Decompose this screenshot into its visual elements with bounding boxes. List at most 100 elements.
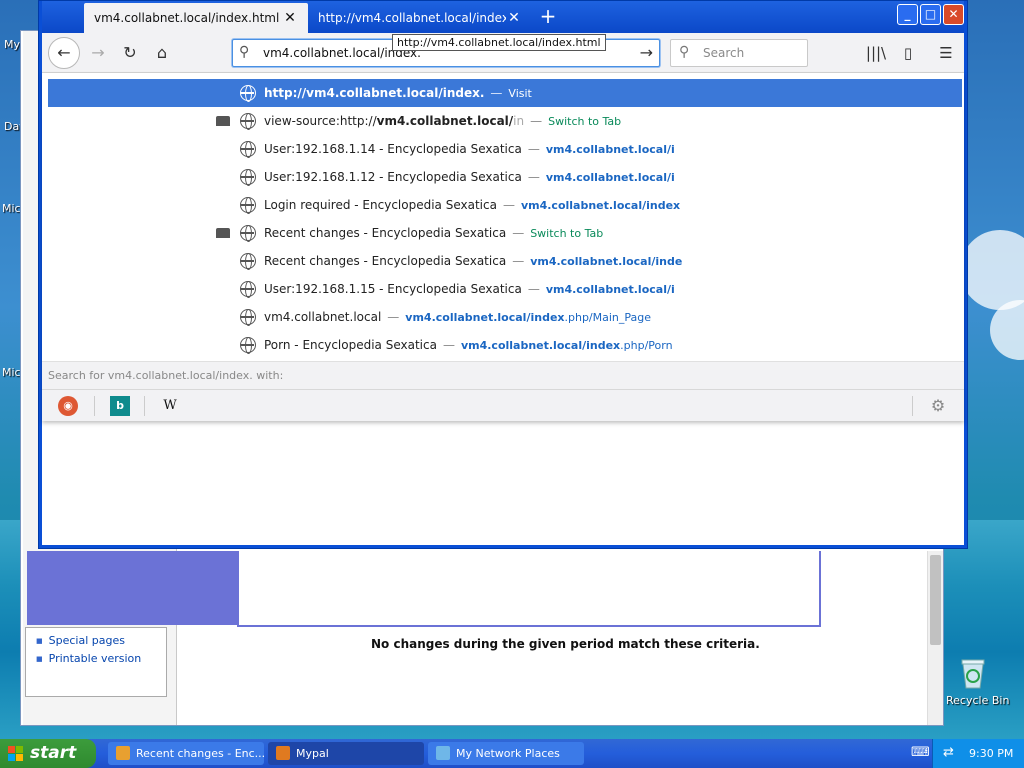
mypal-icon (276, 746, 290, 760)
tab-inactive[interactable]: http://vm4.collabnet.local/index.html ✕ (308, 3, 532, 33)
suggestion-row[interactable]: User:192.168.1.14 - Encyclopedia Sexatic… (48, 135, 962, 163)
close-window-button[interactable]: ✕ (943, 4, 964, 25)
suggestion-title: Recent changes - Encyclopedia Sexatica (264, 254, 507, 268)
go-arrow-icon[interactable]: → (640, 43, 653, 62)
suggestion-row[interactable]: Recent changes - Encyclopedia Sexatica — v… (48, 247, 962, 275)
scrollbar-thumb[interactable] (930, 555, 941, 645)
home-icon[interactable]: ⌂ (148, 39, 176, 67)
separator-dash: — (387, 310, 400, 324)
system-tray: ⌨ ⇄ 9:30 PM (911, 739, 1024, 768)
search-box[interactable]: ⚲ Search (670, 39, 808, 67)
suggestion-text: Recent changes - Encyclopedia Sexatica — S… (264, 226, 603, 240)
suggestion-title: User:192.168.1.12 - Encyclopedia Sexatic… (264, 170, 522, 184)
globe-icon (240, 141, 256, 158)
recycle-bin-label[interactable]: Recycle Bin (946, 694, 1009, 707)
suggestion-row[interactable]: view-source:http://vm4.collabnet.local/i… (48, 107, 962, 135)
taskbar-item[interactable]: My Network Places (428, 742, 584, 765)
globe-icon (240, 169, 256, 186)
clock: 9:30 PM (969, 747, 1014, 760)
back-arrow-icon[interactable]: ← (48, 37, 80, 69)
start-button[interactable]: start (0, 739, 96, 768)
suggestion-title: Porn - Encyclopedia Sexatica (264, 338, 437, 352)
suggestion-text: Recent changes - Encyclopedia Sexatica — v… (264, 254, 682, 268)
start-label: start (30, 743, 77, 763)
url-suggestions-dropdown: http://vm4.collabnet.local/index. — Visit … (42, 73, 964, 421)
suggestion-url: vm4.collabnet.local/index (520, 199, 681, 212)
recycle-bin-icon[interactable] (958, 656, 988, 690)
suggestion-text: User:192.168.1.12 - Encyclopedia Sexatic… (264, 170, 675, 184)
library-icon[interactable]: |||\ (864, 41, 888, 65)
tab-active[interactable]: vm4.collabnet.local/index.html ✕ (84, 3, 308, 33)
network-icon[interactable]: ⇄ (943, 745, 954, 760)
search-placeholder: Search (703, 46, 745, 60)
suggestion-title: User:192.168.1.15 - Encyclopedia Sexatic… (264, 282, 522, 296)
suggestion-url: vm4.collabnet.local/i (545, 143, 675, 156)
maximize-button[interactable]: □ (920, 4, 941, 25)
toolbox-link-printable-version[interactable]: Printable version (36, 650, 156, 668)
browser-window: vm4.collabnet.local/index.html ✕ http://… (39, 1, 967, 548)
gear-icon[interactable]: ⚙ (928, 396, 948, 416)
suggestion-row[interactable]: Porn - Encyclopedia Sexatica — vm4.collabn… (48, 331, 962, 359)
suggestion-url: vm4.collabnet.local/inde (530, 255, 683, 268)
wikipedia-icon[interactable]: W (160, 396, 180, 416)
suggestion-url: vm4.collabnet.local/i (545, 283, 675, 296)
tab-close-icon[interactable]: ✕ (282, 10, 298, 26)
suggestion-text: User:192.168.1.15 - Encyclopedia Sexatic… (264, 282, 675, 296)
suggestion-title: http://vm4.collabnet.local/index. (264, 86, 485, 100)
forward-arrow-icon[interactable]: → (84, 39, 112, 67)
network-places-icon (436, 746, 450, 760)
reload-icon[interactable]: ↻ (116, 39, 144, 67)
suggestion-url: vm4.collabnet.local/index.php/Porn (460, 339, 673, 352)
bing-icon[interactable]: b (110, 396, 130, 416)
page-scrollbar[interactable] (927, 551, 943, 725)
tab-label: vm4.collabnet.local/index.html (94, 11, 280, 25)
separator-dash: — (490, 86, 503, 100)
desktop-icon-label[interactable]: Mic (2, 366, 21, 379)
minimize-button[interactable]: _ (897, 4, 918, 25)
menu-icon[interactable]: ☰ (934, 41, 958, 65)
globe-icon (240, 337, 256, 354)
keyboard-icon[interactable]: ⌨ (911, 745, 930, 760)
globe-icon (240, 85, 256, 102)
suggestion-title: Recent changes - Encyclopedia Sexatica (264, 226, 507, 240)
separator-dash: — (512, 226, 525, 240)
sidebar-icon[interactable]: ▯ (896, 41, 920, 65)
toolbox-link-special-pages[interactable]: Special pages (36, 632, 156, 650)
windows-flag-icon (8, 746, 23, 761)
suggestion-title: view-source:http://vm4.collabnet.local/i… (264, 114, 525, 128)
new-tab-plus-icon[interactable]: + (536, 5, 560, 29)
globe-icon (240, 253, 256, 270)
suggestion-row[interactable]: User:192.168.1.15 - Encyclopedia Sexatic… (48, 275, 962, 303)
separator-dash: — (442, 338, 455, 352)
suggestion-action: Switch to Tab (548, 115, 622, 128)
separator-dash: — (527, 170, 540, 184)
desktop-icon-label[interactable]: My (4, 38, 20, 51)
separator-dash: — (512, 254, 525, 268)
duckduckgo-icon[interactable]: ◉ (58, 396, 78, 416)
wiki-toolbox: Special pages Printable version (25, 627, 167, 697)
suggestion-text: vm4.collabnet.local — vm4.collabnet.local/… (264, 310, 651, 324)
globe-icon (240, 225, 256, 242)
taskbar-item[interactable]: Recent changes - Enc... (108, 742, 264, 765)
suggestion-url: vm4.collabnet.local/index.php/Main_Page (405, 311, 652, 324)
taskbar-item-active[interactable]: Mypal (268, 742, 424, 765)
wiki-content-frame (237, 551, 821, 627)
taskbar: start Recent changes - Enc... Mypal My N… (0, 739, 1024, 768)
suggestion-row[interactable]: Login required - Encyclopedia Sexatica — v… (48, 191, 962, 219)
suggestion-title: Login required - Encyclopedia Sexatica (264, 198, 497, 212)
suggestion-text: Porn - Encyclopedia Sexatica — vm4.collabn… (264, 338, 673, 352)
suggestion-row[interactable]: http://vm4.collabnet.local/index. — Visit (48, 79, 962, 107)
divider (94, 396, 95, 416)
suggestion-row[interactable]: vm4.collabnet.local — vm4.collabnet.local/… (48, 303, 962, 331)
separator-dash: — (530, 114, 543, 128)
open-tab-icon (216, 116, 230, 126)
one-off-search-engines: ◉ b W ⚙ (42, 389, 964, 421)
divider (144, 396, 145, 416)
suggestion-row[interactable]: Recent changes - Encyclopedia Sexatica — S… (48, 219, 962, 247)
tab-close-icon[interactable]: ✕ (506, 10, 522, 26)
search-icon: ⚲ (679, 44, 690, 60)
suggestion-text: Login required - Encyclopedia Sexatica — v… (264, 198, 680, 212)
suggestion-row[interactable]: User:192.168.1.12 - Encyclopedia Sexatic… (48, 163, 962, 191)
globe-icon (240, 197, 256, 214)
desktop-icon-label[interactable]: Mic (2, 202, 21, 215)
